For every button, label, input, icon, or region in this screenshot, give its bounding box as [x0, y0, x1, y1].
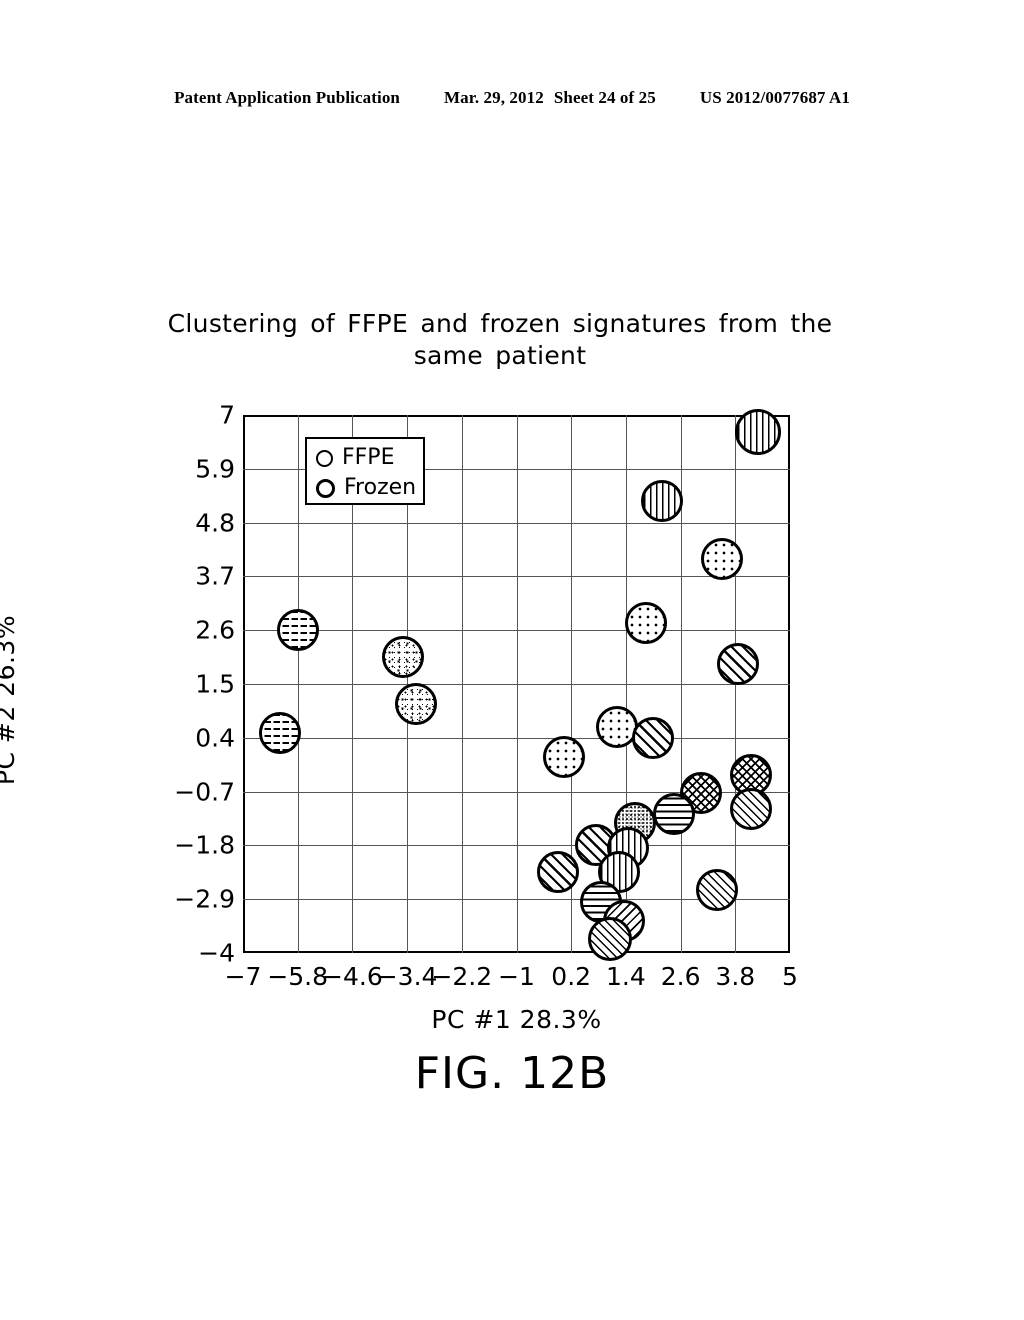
- x-tick-label: −7: [224, 962, 262, 991]
- y-tick-label: −0.7: [174, 777, 235, 807]
- scatter-point: [700, 538, 743, 581]
- scatter-point: [543, 736, 586, 779]
- legend-item-ffpe: FFPE: [316, 443, 423, 473]
- x-tick-label: 3.8: [715, 962, 756, 991]
- y-tick-label: −1.8: [174, 830, 235, 860]
- chart-title: Clustering of FFPE and frozen signatures…: [150, 308, 850, 372]
- x-tick-label: 1.4: [606, 962, 646, 991]
- scatter-point: [381, 636, 424, 679]
- scatter-point: [730, 787, 773, 830]
- grid-line-horizontal: [243, 737, 790, 739]
- grid-line-horizontal: [243, 522, 790, 524]
- scatter-point: [641, 479, 684, 522]
- x-tick-label: 5: [782, 962, 798, 991]
- scatter-point: [587, 917, 632, 962]
- scatter-point: [696, 869, 739, 912]
- y-tick-label: −2.9: [174, 884, 235, 914]
- scatter-point: [395, 682, 438, 725]
- scatter-point: [625, 601, 668, 644]
- x-axis-tick-labels: −7 −5.8 −4.6 −3.4 −2.2 −1 0.2 1.4 2.6 3.8 5: [225, 962, 798, 1002]
- x-tick-label: −2.2: [431, 962, 493, 991]
- x-tick-label: −1: [498, 962, 535, 991]
- x-tick-label: −5.8: [267, 962, 329, 991]
- y-tick-label: 7: [219, 400, 235, 430]
- scatter-point: [716, 643, 759, 686]
- x-axis-title: PC #1 28.3%: [431, 1005, 602, 1034]
- y-axis-title: PC #2 26.3%: [0, 614, 20, 786]
- y-tick-label: 1.5: [195, 669, 235, 699]
- y-tick-label: 0.4: [195, 723, 235, 753]
- scatter-point: [276, 609, 319, 652]
- y-axis-tick-labels: 7 5.9 4.8 3.7 2.6 1.5 0.4 −0.7 −1.8 −2.9 −4: [174, 401, 235, 968]
- y-tick-label: 4.8: [195, 508, 235, 538]
- chart-title-line-2: same patient: [413, 341, 587, 370]
- y-tick-label: 3.7: [195, 561, 235, 591]
- thick-circle-icon: [316, 478, 335, 498]
- x-tick-label: −3.4: [376, 962, 438, 991]
- x-tick-label: 0.2: [551, 962, 592, 991]
- thin-circle-icon: [316, 449, 333, 467]
- x-tick-label: −4.6: [322, 962, 383, 991]
- scatter-point: [632, 716, 675, 759]
- scatter-point: [595, 706, 638, 748]
- figure-12b: Clustering of FFPE and frozen signatures…: [0, 0, 1024, 1320]
- grid-line-horizontal: [243, 684, 790, 685]
- grid-line-horizontal: [243, 630, 790, 632]
- chart-title-line-1: Clustering of FFPE and frozen signatures…: [167, 309, 833, 338]
- y-tick-label: 5.9: [195, 454, 235, 484]
- scatter-point: [735, 409, 782, 456]
- x-tick-label: 2.6: [660, 962, 701, 991]
- legend-item-frozen: Frozen: [316, 473, 423, 503]
- grid-line-horizontal: [243, 576, 790, 578]
- scatter-point: [258, 711, 301, 754]
- legend-label-ffpe: FFPE: [342, 445, 395, 470]
- y-tick-label: 2.6: [195, 615, 235, 645]
- scatter-point: [652, 792, 695, 835]
- grid-line-horizontal: [243, 845, 790, 847]
- figure-caption: FIG. 12B: [414, 1048, 610, 1099]
- patent-figure-page: Patent Application Publication Mar. 29, …: [0, 0, 1024, 1320]
- plot-area: FFPE Frozen: [243, 409, 790, 962]
- scatter-point: [536, 851, 579, 894]
- legend-label-frozen: Frozen: [344, 475, 417, 500]
- chart-legend: FFPE Frozen: [305, 437, 425, 505]
